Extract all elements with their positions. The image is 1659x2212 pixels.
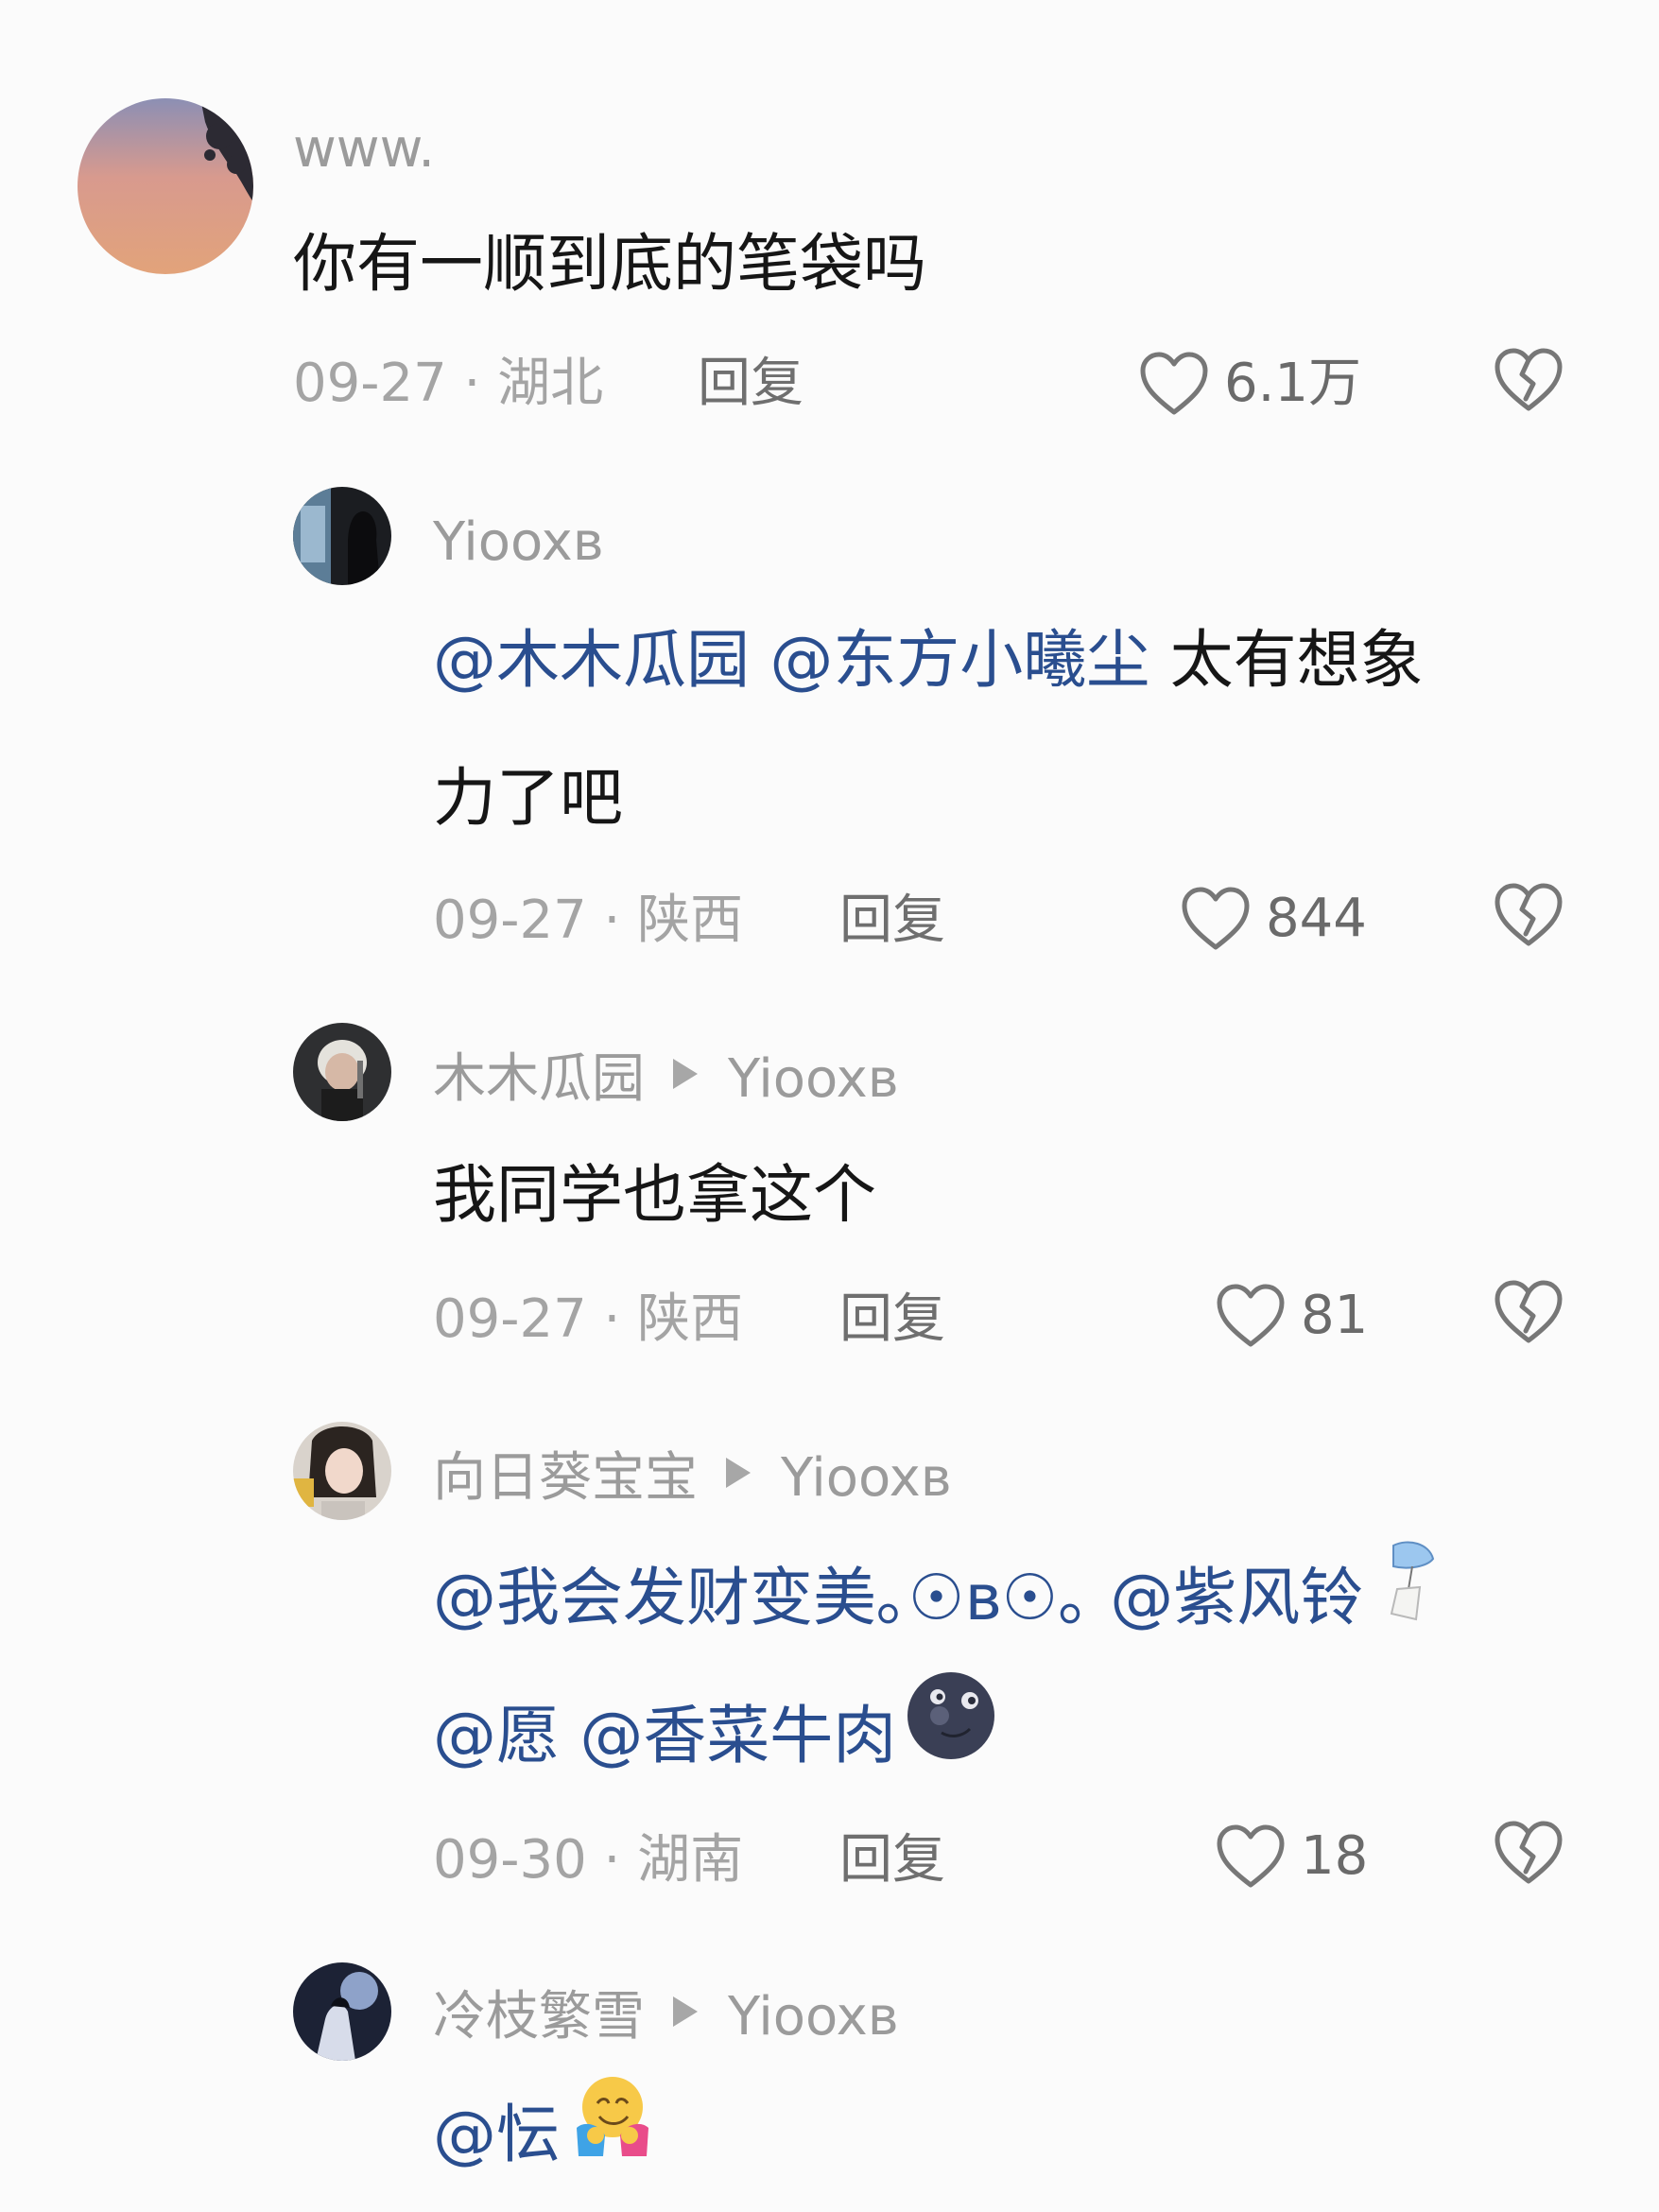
reply-button[interactable]: 回复	[698, 357, 804, 410]
like-button[interactable]: 844	[1179, 881, 1367, 957]
username[interactable]: www.	[293, 123, 435, 176]
avatar[interactable]	[293, 1422, 391, 1520]
comment-text-line2: @愿 @香菜牛肉	[433, 1666, 998, 1811]
mention-link[interactable]: @香菜牛肉	[579, 1699, 896, 1772]
comment-text: 你有一顺到底的笔袋吗	[293, 227, 926, 301]
mention-link[interactable]: @木木瓜园	[433, 623, 750, 697]
comment-location: 湖南	[637, 1829, 744, 1891]
meta-separator: ·	[586, 1829, 638, 1891]
comment-text: @木木瓜园 @东方小曦尘 太有想象	[433, 590, 1424, 730]
like-button[interactable]: 81	[1214, 1278, 1368, 1354]
heart-outline-icon	[1214, 1823, 1287, 1891]
wind-chime-emoji	[1371, 1531, 1443, 1671]
heart-outline-icon	[1214, 1282, 1287, 1350]
reply-to-name[interactable]: Yiooxв	[728, 1048, 899, 1110]
hugging-face-icon	[577, 2077, 648, 2157]
comment-date: 09-30	[433, 1829, 587, 1891]
username: 冷枝繁雪 Yiooxв	[433, 1991, 899, 2044]
wind-chime-icon	[1391, 1542, 1435, 1621]
mention-link[interactable]: @我会发财变美｡☉ʙ☉｡	[433, 1561, 1090, 1634]
new-moon-face-icon	[907, 1671, 995, 1759]
heart-outline-icon	[1179, 885, 1253, 953]
new-moon-face-emoji	[904, 1668, 998, 1811]
broken-heart-icon	[1492, 346, 1565, 414]
comment-text-fragment: 太有想象	[1169, 623, 1424, 697]
hugging-face-emoji	[567, 2068, 658, 2208]
avatar[interactable]	[78, 98, 253, 274]
username: 木木瓜园 Yiooxв	[433, 1053, 899, 1106]
comment-location: 湖北	[497, 353, 604, 414]
comment-text-line2: 力了吧	[433, 761, 623, 835]
comment-meta: 09-27 · 陕西	[433, 894, 743, 947]
dislike-button[interactable]	[1492, 1278, 1565, 1346]
like-count: 18	[1301, 1825, 1369, 1887]
reply-to-name[interactable]: Yiooxв	[781, 1447, 952, 1509]
comment-text: 我同学也拿这个	[433, 1158, 876, 1232]
broken-heart-icon	[1492, 1278, 1565, 1346]
comment-text: @忶	[433, 2065, 658, 2208]
like-count: 6.1万	[1224, 353, 1362, 414]
reply-to-name[interactable]: Yiooxв	[728, 1986, 899, 2048]
triangle-right-icon	[726, 1458, 751, 1488]
meta-separator: ·	[586, 1288, 638, 1350]
broken-heart-icon	[1492, 881, 1565, 949]
dislike-button[interactable]	[1492, 881, 1565, 949]
comment-meta: 09-27 · 湖北	[293, 357, 603, 410]
reply-button[interactable]: 回复	[839, 894, 945, 947]
meta-separator: ·	[586, 890, 638, 951]
comment-meta: 09-30 · 湖南	[433, 1834, 743, 1887]
avatar[interactable]	[293, 1023, 391, 1121]
author-name[interactable]: 冷枝繁雪	[433, 1986, 645, 2048]
mention-link[interactable]: @忶	[433, 2098, 560, 2171]
reply-button[interactable]: 回复	[839, 1834, 945, 1887]
author-name[interactable]: 向日葵宝宝	[433, 1447, 698, 1509]
mention-link[interactable]: @东方小曦尘	[769, 623, 1149, 697]
like-count: 81	[1301, 1285, 1369, 1346]
avatar[interactable]	[293, 487, 391, 585]
like-button[interactable]: 6.1万	[1137, 346, 1361, 422]
comment-text: @我会发财变美｡☉ʙ☉｡ @紫风铃	[433, 1528, 1443, 1671]
reply-button[interactable]: 回复	[839, 1293, 945, 1346]
triangle-right-icon	[673, 1059, 698, 1089]
comment-location: 陕西	[637, 1288, 744, 1350]
comment-location: 陕西	[637, 890, 744, 951]
comment-meta: 09-27 · 陕西	[433, 1293, 743, 1346]
mention-link[interactable]: @紫风铃	[1110, 1561, 1363, 1634]
mention-link[interactable]: @愿	[433, 1699, 560, 1772]
meta-separator: ·	[446, 353, 498, 414]
author-name[interactable]: 木木瓜园	[433, 1048, 645, 1110]
avatar[interactable]	[293, 1962, 391, 2061]
like-count: 844	[1266, 888, 1367, 949]
username[interactable]: Yiooxв	[433, 516, 604, 569]
broken-heart-icon	[1492, 1819, 1565, 1887]
comment-date: 09-27	[293, 353, 447, 414]
dislike-button[interactable]	[1492, 1819, 1565, 1887]
username: 向日葵宝宝 Yiooxв	[433, 1452, 952, 1505]
triangle-right-icon	[673, 1996, 698, 2027]
dislike-button[interactable]	[1492, 346, 1565, 414]
heart-outline-icon	[1137, 350, 1211, 418]
comment-date: 09-27	[433, 1288, 587, 1350]
like-button[interactable]: 18	[1214, 1819, 1368, 1894]
comment-date: 09-27	[433, 890, 587, 951]
